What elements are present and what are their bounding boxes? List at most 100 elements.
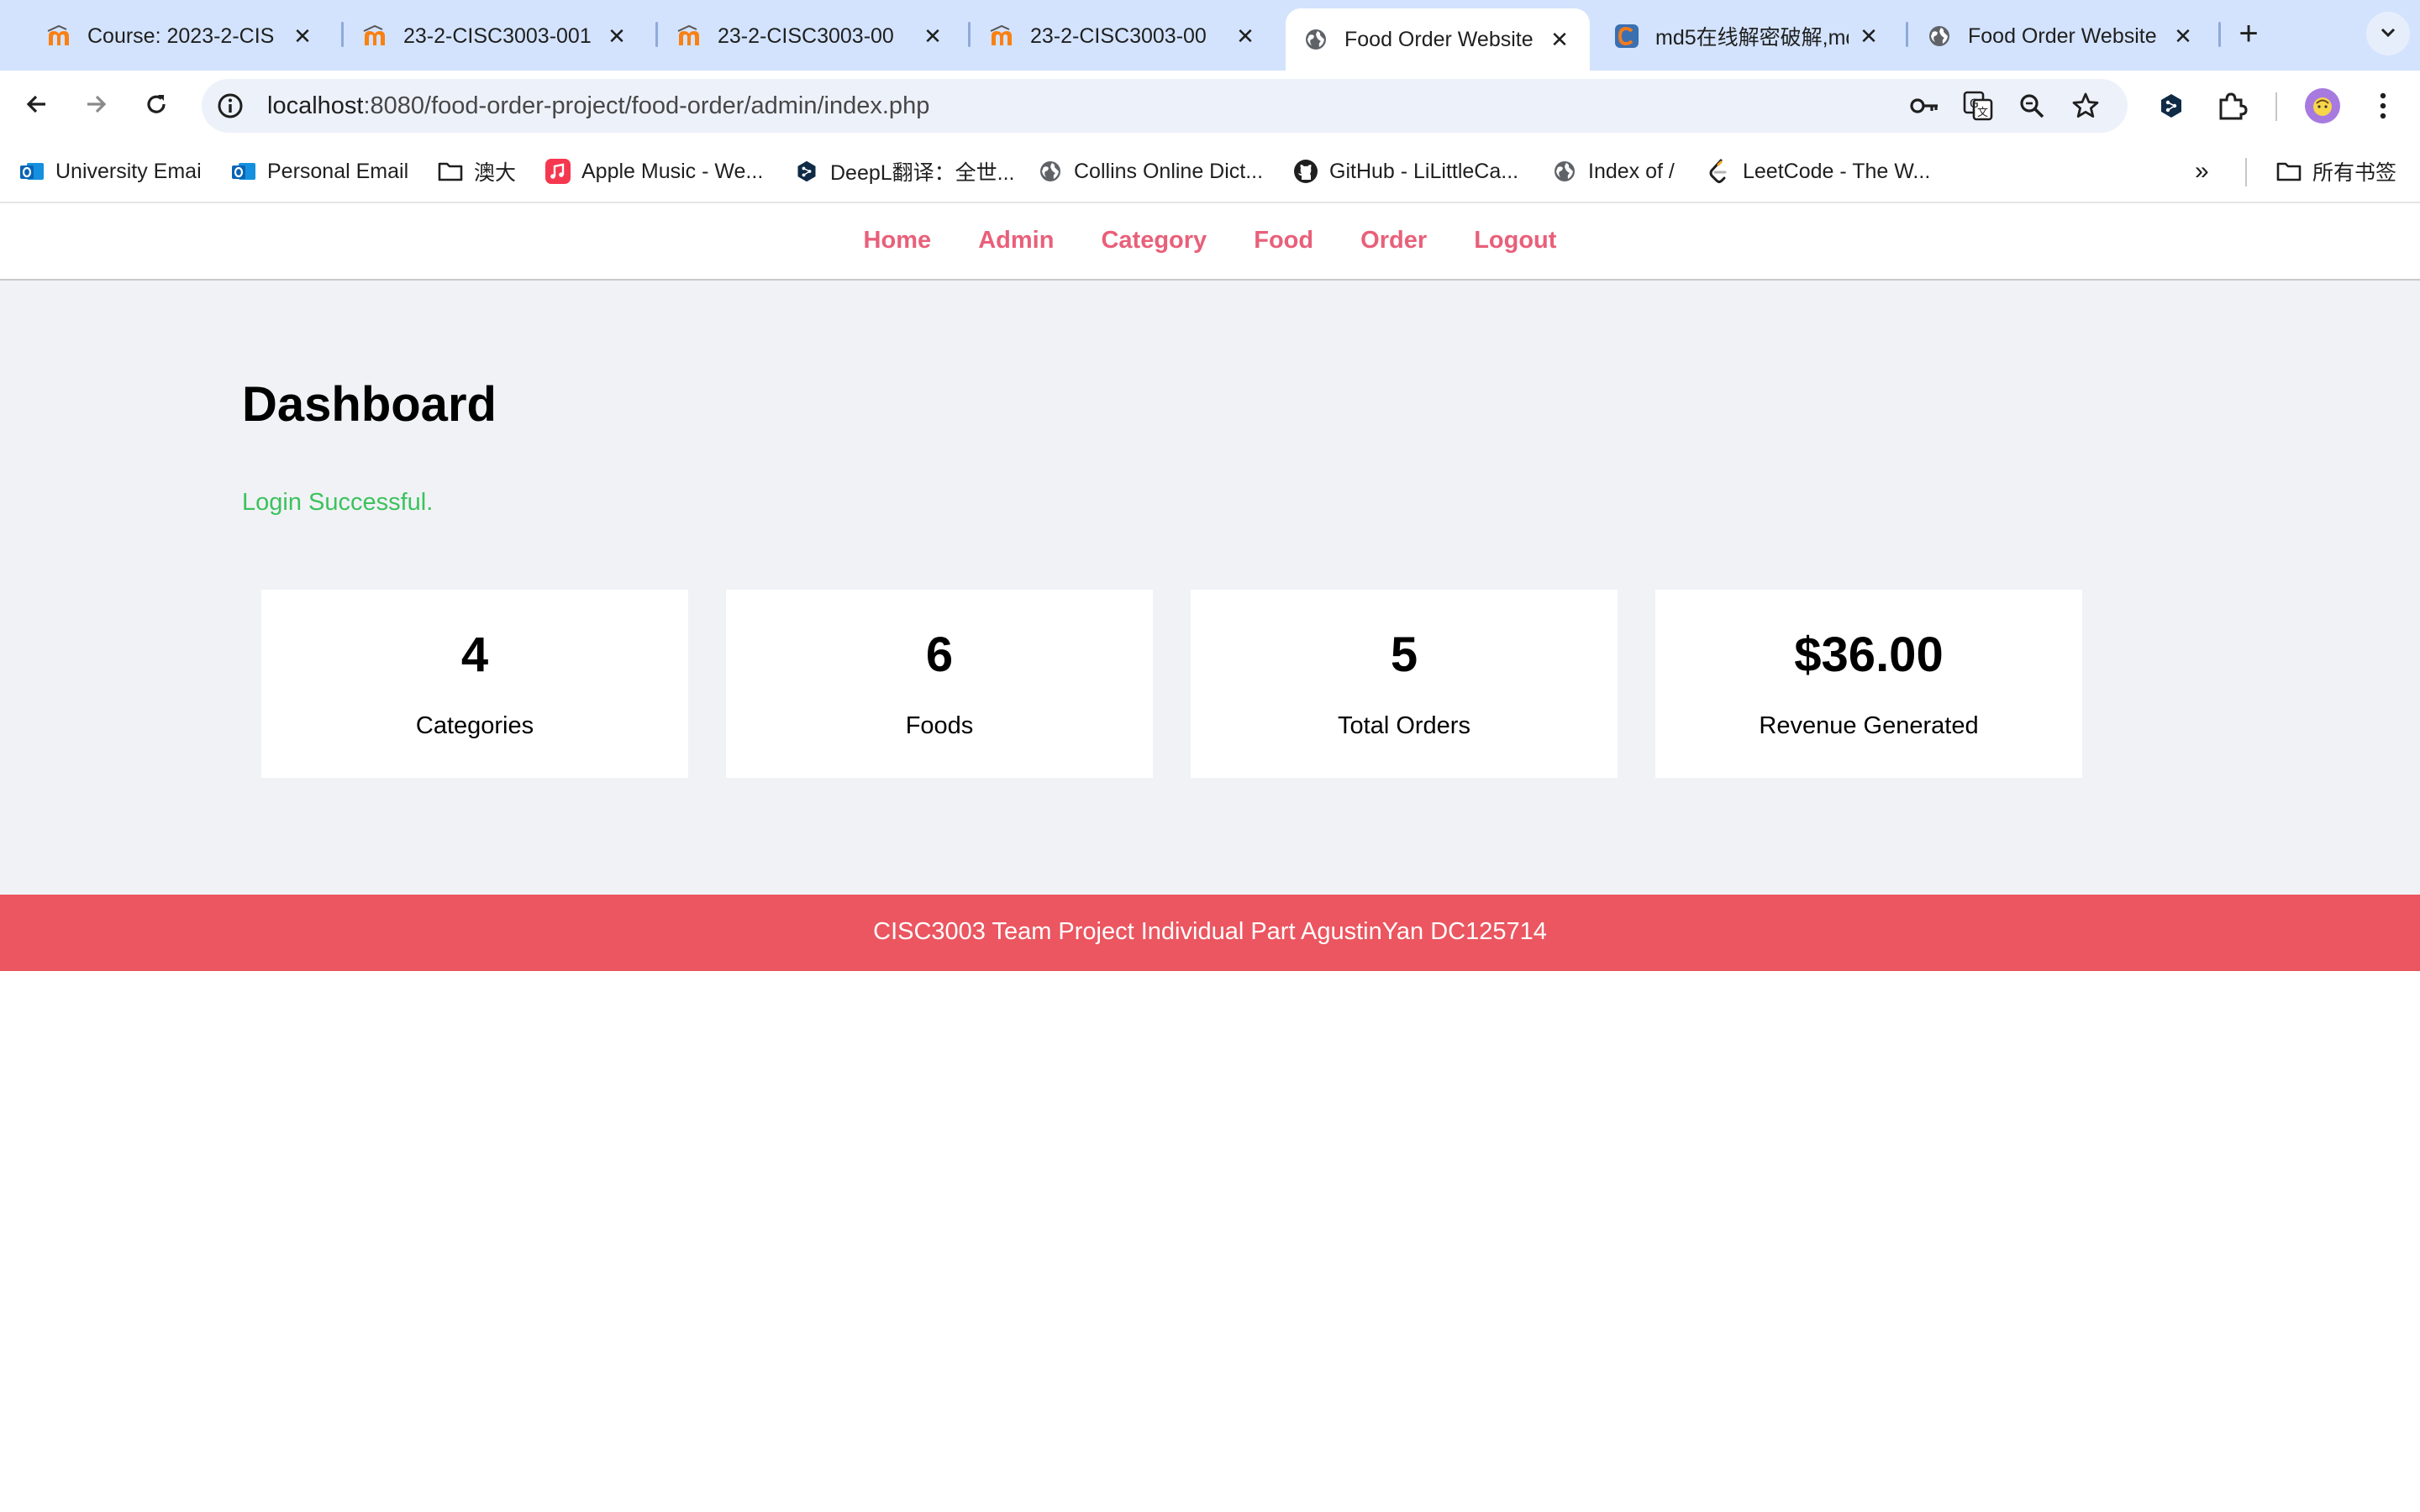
- bookmarks-divider: [2245, 158, 2247, 186]
- close-icon[interactable]: ✕: [921, 24, 944, 50]
- stat-label: Foods: [905, 712, 974, 739]
- browser-tab[interactable]: 23-2-CISC3003-00 ✕: [659, 8, 963, 64]
- tab-title: 23-2-CISC3003-001: [403, 24, 592, 48]
- star-icon[interactable]: [2069, 89, 2102, 123]
- page-footer: CISC3003 Team Project Individual Part Ag…: [0, 895, 2420, 971]
- stat-label: Categories: [415, 712, 534, 739]
- deepl-icon: [793, 158, 820, 185]
- stat-value: 5: [1390, 627, 1418, 682]
- bookmark-label: LeetCode - The W...: [1743, 159, 1931, 183]
- bookmark-leetcode[interactable]: LeetCode - The W...: [1706, 155, 1930, 188]
- address-bar[interactable]: localhost:8080/food-order-project/food-o…: [202, 79, 2128, 133]
- key-icon[interactable]: [1907, 89, 1941, 123]
- toolbar-divider: [2275, 92, 2277, 121]
- bookmarks-bar: University Emai Personal Email 澳大 Apple …: [0, 141, 2420, 203]
- info-icon[interactable]: [213, 89, 247, 123]
- moodle-icon: [361, 23, 388, 50]
- stat-card-total-orders: 5 Total Orders: [1191, 590, 1618, 778]
- tab-search-button[interactable]: [2366, 12, 2410, 55]
- tab-title: md5在线解密破解,md: [1655, 26, 1849, 50]
- close-icon[interactable]: ✕: [2171, 24, 2195, 50]
- main-content: Dashboard Login Successful. 4 Categories…: [0, 281, 2420, 895]
- close-icon[interactable]: ✕: [1234, 24, 1257, 50]
- bookmark-label: DeepL翻译：全世...: [830, 161, 1015, 185]
- more-vert-icon[interactable]: [2366, 89, 2400, 123]
- forward-button[interactable]: [72, 82, 119, 129]
- stat-value: 4: [460, 627, 489, 682]
- folder-icon: [437, 158, 464, 185]
- url-path: :8080/food-order-project/food-order/admi…: [363, 92, 930, 119]
- admin-menu: Home Admin Category Food Order Logout: [0, 203, 2420, 281]
- browser-tab-active[interactable]: Food Order Website ✕: [1286, 8, 1590, 71]
- close-icon[interactable]: ✕: [605, 24, 629, 50]
- stat-card-foods: 6 Foods: [726, 590, 1153, 778]
- menu-link-order[interactable]: Order: [1360, 227, 1427, 254]
- login-success-message: Login Successful.: [242, 489, 434, 516]
- tab-separator: [968, 22, 971, 47]
- close-icon[interactable]: ✕: [1857, 24, 1881, 50]
- chevron-down-icon: [2378, 22, 2398, 46]
- tab-title: Food Order Website: [1344, 27, 1534, 51]
- translate-icon[interactable]: G文: [1961, 89, 1995, 123]
- browser-tab[interactable]: Food Order Website ✕: [1909, 8, 2213, 64]
- tab-title: Course: 2023-2-CIS: [87, 24, 275, 48]
- reload-button[interactable]: [133, 82, 180, 129]
- bookmark-label: Collins Online Dict...: [1074, 159, 1264, 183]
- stat-card-revenue: $36.00 Revenue Generated: [1655, 590, 2082, 778]
- deepl-extension-icon[interactable]: [2154, 89, 2188, 123]
- bookmark-label: 澳大: [474, 161, 517, 185]
- bookmark-label: GitHub - LiLittleCa...: [1329, 159, 1519, 183]
- browser-tab[interactable]: 23-2-CISC3003-00 ✕: [971, 8, 1276, 64]
- bookmark-label: University Emai: [55, 159, 202, 183]
- new-tab-button[interactable]: +: [2228, 15, 2269, 55]
- outlook-icon: [18, 158, 45, 185]
- bookmarks-overflow-button[interactable]: »: [2195, 155, 2209, 188]
- bookmark-github[interactable]: GitHub - LiLittleCa...: [1292, 155, 1518, 188]
- tab-title: 23-2-CISC3003-00: [1030, 24, 1207, 48]
- menu-link-logout[interactable]: Logout: [1474, 227, 1556, 254]
- stat-value: 6: [925, 627, 954, 682]
- zoom-icon[interactable]: [2015, 89, 2049, 123]
- stat-label: Revenue Generated: [1759, 712, 1979, 739]
- bookmark-folder-um[interactable]: 澳大: [437, 155, 516, 188]
- bookmark-index-of[interactable]: Index of /: [1551, 155, 1675, 188]
- browser-toolbar: localhost:8080/food-order-project/food-o…: [0, 71, 2420, 141]
- bookmark-label: Personal Email: [267, 159, 409, 183]
- close-icon[interactable]: ✕: [291, 24, 314, 50]
- menu-link-category[interactable]: Category: [1101, 227, 1207, 254]
- extensions-icon[interactable]: [2215, 89, 2249, 123]
- profile-avatar[interactable]: [2304, 87, 2341, 124]
- browser-tab[interactable]: Course: 2023-2-CIS ✕: [29, 8, 333, 64]
- browser-tab[interactable]: 23-2-CISC3003-001 ✕: [345, 8, 647, 64]
- back-button[interactable]: [13, 82, 60, 129]
- bookmark-label: 所有书签: [2312, 161, 2397, 185]
- menu-link-home[interactable]: Home: [864, 227, 932, 254]
- bookmark-university-email[interactable]: University Emai: [18, 155, 202, 188]
- tab-separator: [1906, 22, 1908, 47]
- tab-title: Food Order Website: [1968, 24, 2157, 48]
- cmd5-icon: [1613, 23, 1640, 50]
- globe-icon: [1037, 158, 1064, 185]
- stat-card-categories: 4 Categories: [261, 590, 688, 778]
- reload-icon: [143, 91, 170, 122]
- all-bookmarks-button[interactable]: 所有书签: [2275, 155, 2396, 188]
- bookmark-personal-email[interactable]: Personal Email: [230, 155, 408, 188]
- bookmark-deepl[interactable]: DeepL翻译：全世...: [793, 155, 1015, 188]
- moodle-icon: [676, 23, 702, 50]
- bookmark-collins[interactable]: Collins Online Dict...: [1037, 155, 1263, 188]
- close-icon[interactable]: ✕: [1548, 27, 1571, 53]
- folder-icon: [2275, 158, 2302, 185]
- browser-tab[interactable]: md5在线解密破解,md ✕: [1597, 8, 1899, 64]
- page-title: Dashboard: [242, 377, 497, 432]
- arrow-right-icon: [82, 91, 109, 122]
- url-host: localhost: [267, 92, 364, 119]
- bookmark-label: Apple Music - We...: [581, 159, 764, 183]
- footer-text: CISC3003 Team Project Individual Part Ag…: [873, 918, 1547, 945]
- menu-link-admin[interactable]: Admin: [978, 227, 1054, 254]
- github-icon: [1292, 158, 1319, 185]
- tab-separator: [341, 22, 344, 47]
- menu-link-food[interactable]: Food: [1254, 227, 1313, 254]
- url-text[interactable]: localhost:8080/food-order-project/food-o…: [267, 92, 929, 120]
- bookmark-apple-music[interactable]: Apple Music - We...: [544, 155, 763, 188]
- globe-icon: [1302, 26, 1329, 53]
